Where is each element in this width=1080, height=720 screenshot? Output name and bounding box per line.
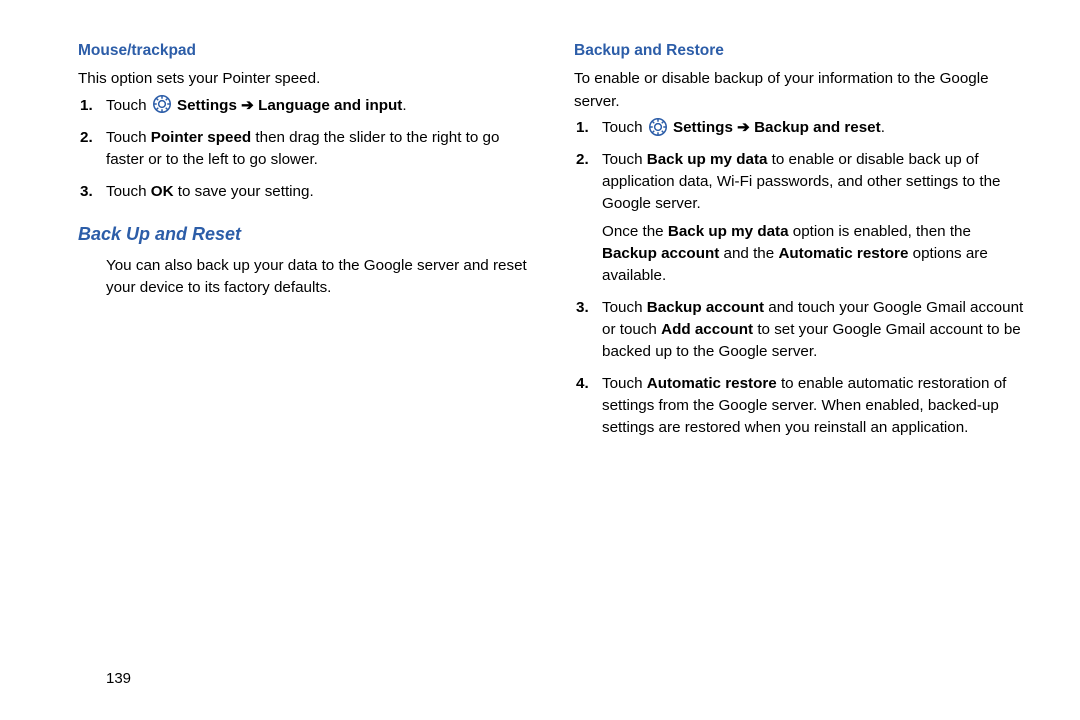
heading-mouse-trackpad: Mouse/trackpad (78, 40, 534, 62)
step-2: Touch Back up my data to enable or disab… (596, 149, 1030, 287)
left-column: Mouse/trackpad This option sets your Poi… (78, 40, 534, 449)
intro-text: This option sets your Pointer speed. (78, 68, 534, 90)
page-number: 139 (106, 668, 131, 690)
settings-gear-icon (649, 118, 667, 136)
step-2: Touch Pointer speed then drag the slider… (100, 127, 534, 171)
right-column: Backup and Restore To enable or disable … (574, 40, 1030, 449)
intro-text: To enable or disable backup of your info… (574, 68, 1030, 112)
step-1: Touch Settings ➔ Language and input. (100, 95, 534, 117)
heading-backup-restore: Backup and Restore (574, 40, 1030, 62)
step-1: Touch Settings ➔ Backup and reset. (596, 117, 1030, 139)
step-4: Touch Automatic restore to enable automa… (596, 373, 1030, 439)
step-3: Touch Backup account and touch your Goog… (596, 297, 1030, 363)
settings-gear-icon (153, 95, 171, 113)
step-2-note: Once the Back up my data option is enabl… (602, 221, 1030, 287)
page-content: Mouse/trackpad This option sets your Poi… (0, 0, 1080, 449)
step-3: Touch OK to save your setting. (100, 181, 534, 203)
heading-back-up-reset: Back Up and Reset (78, 221, 534, 247)
steps-list: Touch Settings ➔ Backup and reset. Touch… (574, 117, 1030, 439)
steps-list: Touch Settings ➔ Language and input. Tou… (78, 95, 534, 203)
backup-reset-paragraph: You can also back up your data to the Go… (106, 255, 534, 299)
